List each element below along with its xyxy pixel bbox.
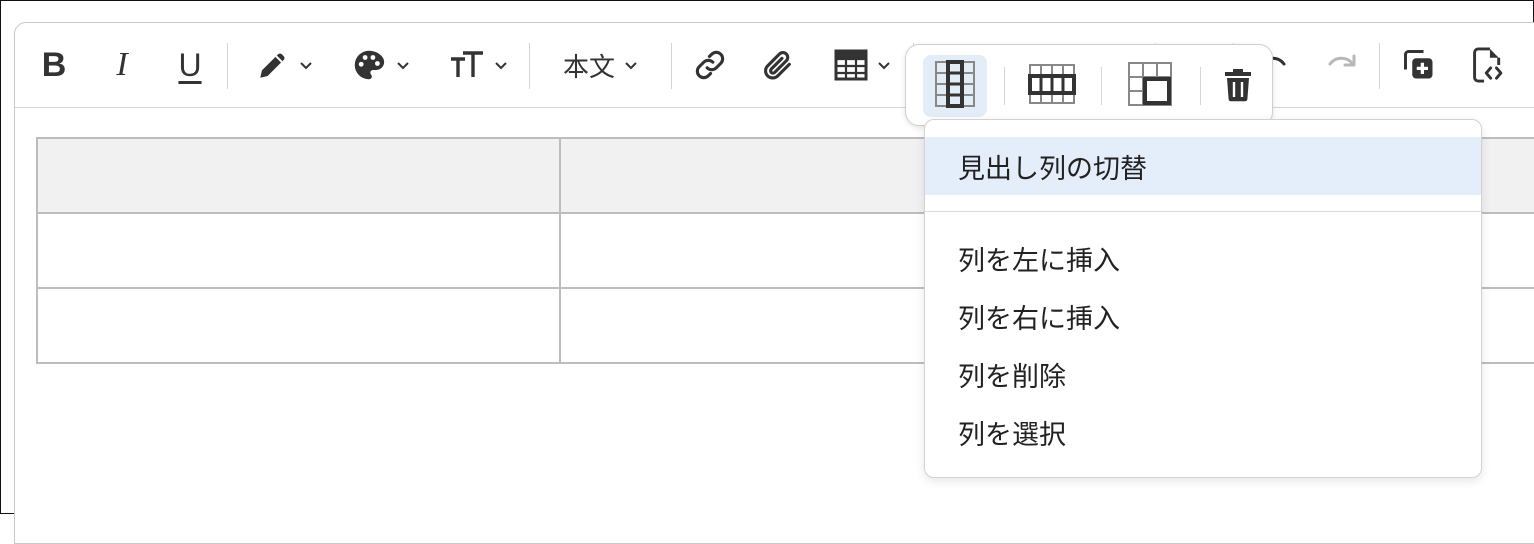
paperclip-icon bbox=[761, 48, 795, 82]
redo-button[interactable] bbox=[1321, 45, 1361, 85]
editor-toolbar: B I U 本文 bbox=[15, 23, 1534, 108]
trash-icon bbox=[1223, 66, 1253, 106]
menu-item-label: 列を左に挿入 bbox=[958, 245, 1120, 277]
file-code-icon bbox=[1469, 46, 1505, 84]
highlight-color-button[interactable] bbox=[247, 45, 323, 85]
chevron-down-icon bbox=[623, 57, 639, 73]
menu-item-label: 列を右に挿入 bbox=[958, 303, 1120, 335]
chevron-down-icon bbox=[493, 57, 509, 73]
font-size-button[interactable] bbox=[439, 45, 519, 85]
menu-item-label: 列を選択 bbox=[958, 419, 1066, 451]
toolbar-separator bbox=[1379, 43, 1380, 89]
palette-icon bbox=[351, 47, 387, 83]
text-style-dropdown[interactable]: 本文 bbox=[553, 45, 649, 85]
menu-item-delete-column[interactable]: 列を削除 bbox=[925, 345, 1481, 403]
menu-item-label: 列を削除 bbox=[958, 361, 1066, 393]
table-icon bbox=[834, 49, 868, 81]
underline-icon: U bbox=[178, 46, 202, 83]
cell-options-button[interactable] bbox=[1118, 55, 1182, 117]
underline-button[interactable]: U bbox=[173, 45, 207, 85]
chevron-down-icon bbox=[395, 57, 411, 73]
bold-button[interactable]: B bbox=[37, 45, 71, 85]
delete-table-button[interactable] bbox=[1206, 55, 1270, 117]
row-options-icon bbox=[1027, 62, 1077, 110]
pen-icon bbox=[256, 48, 290, 82]
menu-item-insert-column-left[interactable]: 列を左に挿入 bbox=[925, 229, 1481, 287]
link-icon bbox=[693, 48, 727, 82]
menu-item-select-column[interactable]: 列を選択 bbox=[925, 403, 1481, 461]
duplicate-button[interactable] bbox=[1399, 45, 1439, 85]
toolbar-separator bbox=[1101, 67, 1102, 105]
menu-item-label: 見出し列の切替 bbox=[958, 153, 1147, 185]
toolbar-separator bbox=[529, 43, 530, 89]
link-button[interactable] bbox=[691, 45, 729, 85]
table-button[interactable] bbox=[825, 45, 901, 85]
column-options-button[interactable] bbox=[923, 55, 987, 117]
column-options-menu: 見出し列の切替 列を左に挿入 列を右に挿入 列を削除 列を選択 bbox=[924, 119, 1482, 478]
table-cell[interactable] bbox=[36, 287, 561, 364]
text-style-label: 本文 bbox=[562, 52, 615, 83]
source-view-button[interactable] bbox=[1467, 45, 1507, 85]
table-cell[interactable] bbox=[36, 212, 561, 289]
font-size-icon bbox=[449, 49, 485, 81]
redo-icon bbox=[1324, 50, 1358, 80]
bold-icon: B bbox=[41, 45, 67, 84]
menu-item-toggle-header-column[interactable]: 見出し列の切替 bbox=[925, 137, 1481, 195]
table-header-cell[interactable] bbox=[36, 137, 561, 214]
column-options-icon bbox=[933, 59, 977, 113]
chevron-down-icon bbox=[876, 57, 892, 73]
italic-button[interactable]: I bbox=[105, 45, 139, 85]
chevron-down-icon bbox=[298, 57, 314, 73]
toolbar-separator bbox=[1004, 67, 1005, 105]
italic-icon: I bbox=[116, 46, 128, 83]
toolbar-separator bbox=[1200, 67, 1201, 105]
cell-options-icon bbox=[1126, 60, 1174, 112]
table-context-toolbar bbox=[905, 44, 1273, 126]
toolbar-separator bbox=[227, 43, 228, 89]
row-options-button[interactable] bbox=[1020, 55, 1084, 117]
toolbar-separator bbox=[671, 43, 672, 89]
menu-divider bbox=[925, 211, 1481, 212]
text-color-button[interactable] bbox=[343, 45, 419, 85]
duplicate-icon bbox=[1401, 47, 1437, 83]
attachment-button[interactable] bbox=[759, 45, 797, 85]
menu-item-insert-column-right[interactable]: 列を右に挿入 bbox=[925, 287, 1481, 345]
